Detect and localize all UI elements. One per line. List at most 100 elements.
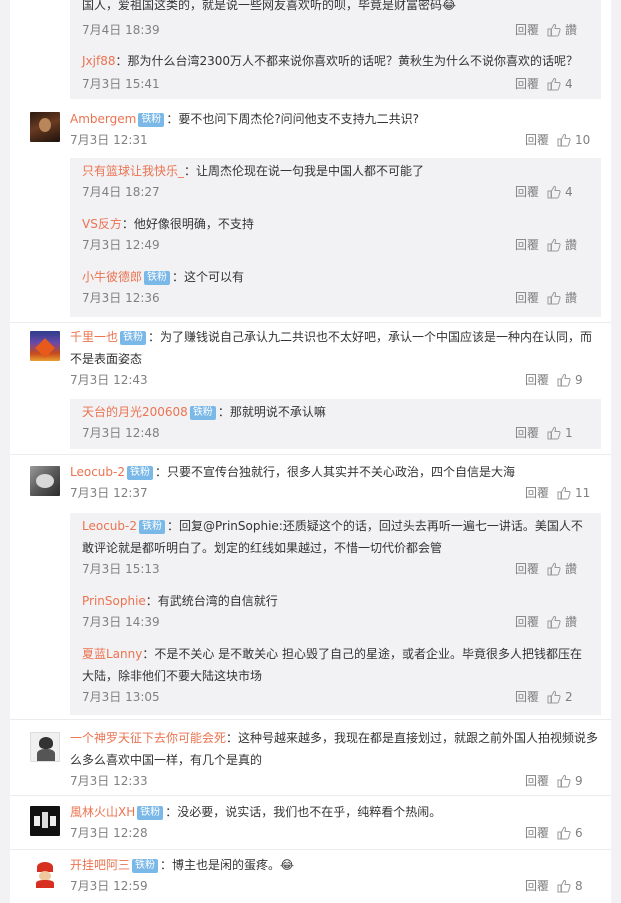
- like-count: 讚: [565, 615, 578, 629]
- thumbs-up-icon: [547, 23, 561, 37]
- like-count: 讚: [565, 23, 578, 37]
- reply-timestamp: 7月3日 15:41: [82, 77, 160, 91]
- reply-meta: 7月3日 15:41 回覆 4: [82, 74, 591, 94]
- comment-meta: 7月3日 12:33 回覆 9: [70, 771, 601, 791]
- reply-username[interactable]: Jxjf88: [82, 54, 115, 68]
- reply-text: ：这个可以有: [172, 270, 245, 284]
- comment-meta: 7月3日 12:43 回覆 9: [70, 370, 601, 390]
- reply-meta: 7月3日 12:36 回覆 讚: [82, 288, 591, 308]
- thumbs-up-icon: [547, 77, 561, 91]
- reply-button[interactable]: 回覆: [515, 423, 539, 443]
- avatar[interactable]: [30, 466, 60, 496]
- reply-thread: 只有篮球让我快乐_：让周杰伦现在说一句我是中国人都不可能了 7月4日 18:27…: [70, 158, 601, 317]
- reply-button[interactable]: 回覆: [515, 288, 539, 308]
- comment-timestamp: 7月3日 12:59: [70, 879, 148, 893]
- thumbs-up-icon: [547, 690, 561, 704]
- thumbs-up-icon: [547, 185, 561, 199]
- like-count: 8: [575, 879, 583, 893]
- comment-username[interactable]: Leocub-2: [70, 465, 125, 479]
- reply-username[interactable]: 天台的月光200608: [82, 405, 188, 419]
- comment-meta: 7月3日 12:59 回覆 8: [70, 876, 601, 896]
- reply-meta: 7月4日 18:39 回覆 讚: [82, 20, 591, 40]
- reply-button[interactable]: 回覆: [525, 771, 549, 791]
- reply-button[interactable]: 回覆: [525, 130, 549, 150]
- reply-button[interactable]: 回覆: [515, 74, 539, 94]
- avatar[interactable]: [30, 732, 60, 762]
- reply-button[interactable]: 回覆: [515, 687, 539, 707]
- reply-username[interactable]: PrinSophie: [82, 594, 146, 608]
- comment-meta: 7月3日 12:28 回覆 6: [70, 823, 601, 843]
- comment-item: 开挂吧阿三 铁粉 ：博主也是闲的蛋疼。😂 7月3日 12:59 回覆 8: [10, 854, 611, 903]
- comment-text: ：没必要，说实话，我们也不在乎，纯粹看个热闹。: [165, 805, 442, 819]
- reply-button[interactable]: 回覆: [515, 182, 539, 202]
- thumbs-up-icon: [557, 133, 571, 147]
- fan-badge: 铁粉: [138, 113, 165, 127]
- like-count: 4: [565, 185, 573, 199]
- like-count: 9: [575, 774, 583, 788]
- reply-text: ：有武统台湾的自信就行: [145, 594, 278, 608]
- reply-thread: Leocub-2 铁粉 ：回复@PrinSophie:还质疑这个的话，回过头去再听一…: [70, 513, 601, 715]
- like-count: 讚: [565, 291, 578, 305]
- reply-username[interactable]: 只有篮球让我快乐_: [82, 164, 184, 178]
- reply-button[interactable]: 回覆: [515, 612, 539, 632]
- comment-text: ：为了赚钱说自己承认九二共识也不太好吧，承认一个中国应该是一种内在认同，而不是表…: [70, 330, 593, 366]
- reply-username[interactable]: 夏蓝Lanny: [82, 647, 142, 661]
- previous-comment-replies: 国人，爱祖国这类的，就是说一些网友喜欢听的呗，毕竟是财富密码😂 7月4日 18:…: [70, 0, 601, 99]
- fan-badge: 铁粉: [132, 859, 159, 873]
- thumbs-up-icon: [547, 426, 561, 440]
- comment-item: 風林火山XH 铁粉 ：没必要，说实话，我们也不在乎，纯粹看个热闹。 7月3日 12:…: [10, 801, 611, 850]
- comment-meta: 7月3日 12:37 回覆 11: [70, 483, 601, 503]
- like-count: 6: [575, 826, 583, 840]
- reply-username[interactable]: Leocub-2: [82, 519, 137, 533]
- comment-text: ：要不也问下周杰伦?问问他支不支持九二共识?: [166, 112, 420, 126]
- reply-text: 国人，爱祖国这类的，就是说一些网友喜欢听的呗，毕竟是财富密码😂: [82, 0, 457, 12]
- like-count: 2: [565, 690, 573, 704]
- thumbs-up-icon: [557, 826, 571, 840]
- reply-timestamp: 7月4日 18:27: [82, 185, 160, 199]
- thumbs-up-icon: [557, 774, 571, 788]
- reply-button[interactable]: 回覆: [515, 20, 539, 40]
- reply-button[interactable]: 回覆: [515, 235, 539, 255]
- avatar[interactable]: [30, 112, 60, 142]
- comment-username[interactable]: 千里一也: [70, 330, 118, 344]
- like-count: 9: [575, 373, 583, 387]
- reply-text: ：不是不关心 是不敢关心 担心毁了自己的星途，或者企业。毕竟很多人把钱都压在大陆…: [82, 647, 582, 683]
- comment-username[interactable]: 一个神罗天征下去你可能会死: [70, 731, 226, 745]
- avatar[interactable]: [30, 859, 60, 889]
- reply-thread: 天台的月光200608 铁粉 ：那就明说不承认嘛 7月3日 12:48 回覆 1: [70, 399, 601, 449]
- avatar[interactable]: [30, 331, 60, 361]
- avatar[interactable]: [30, 806, 60, 836]
- reply-button[interactable]: 回覆: [525, 823, 549, 843]
- reply-timestamp: 7月3日 12:48: [82, 426, 160, 440]
- reply-text: ：让周杰伦现在说一句我是中国人都不可能了: [184, 164, 425, 178]
- reply-button[interactable]: 回覆: [525, 370, 549, 390]
- comment-username[interactable]: 風林火山XH: [70, 805, 135, 819]
- reply-timestamp: 7月3日 12:36: [82, 291, 160, 305]
- reply-button[interactable]: 回覆: [515, 559, 539, 579]
- reply-timestamp: 7月3日 14:39: [82, 615, 160, 629]
- thumbs-up-icon: [547, 615, 561, 629]
- thumbs-up-icon: [547, 562, 561, 576]
- reply-meta: 7月3日 13:05 回覆 2: [82, 687, 591, 707]
- comment-timestamp: 7月3日 12:43: [70, 373, 148, 387]
- thumbs-up-icon: [557, 879, 571, 893]
- reply-button[interactable]: 回覆: [525, 483, 549, 503]
- comment-timestamp: 7月3日 12:37: [70, 486, 148, 500]
- comment-timestamp: 7月3日 12:31: [70, 133, 148, 147]
- fan-badge: 铁粉: [120, 331, 147, 345]
- thumbs-up-icon: [547, 238, 561, 252]
- comment-username[interactable]: Ambergem: [70, 112, 136, 126]
- like-count: 11: [575, 486, 591, 500]
- like-count: 10: [575, 133, 591, 147]
- like-count: 讚: [565, 562, 578, 576]
- reply-text: ：那为什么台湾2300万人不都来说你喜欢听的话呢？黄秋生为什么不说你喜欢的话呢？: [115, 54, 579, 68]
- comment-item: Ambergem 铁粉 ：要不也问下周杰伦?问问他支不支持九二共识? 7月3日 12…: [10, 108, 611, 323]
- reply-meta: 7月3日 15:13 回覆 讚: [82, 559, 591, 579]
- reply-username[interactable]: 小牛彼德郎: [82, 270, 142, 284]
- reply-text: ：那就明说不承认嘛: [217, 405, 326, 419]
- reply-meta: 7月3日 14:39 回覆 讚: [82, 612, 591, 632]
- comment-username[interactable]: 开挂吧阿三: [70, 858, 130, 872]
- comment-meta: 7月3日 12:31 回覆 10: [70, 130, 601, 150]
- reply-username[interactable]: VS反方: [82, 217, 122, 231]
- reply-button[interactable]: 回覆: [525, 876, 549, 896]
